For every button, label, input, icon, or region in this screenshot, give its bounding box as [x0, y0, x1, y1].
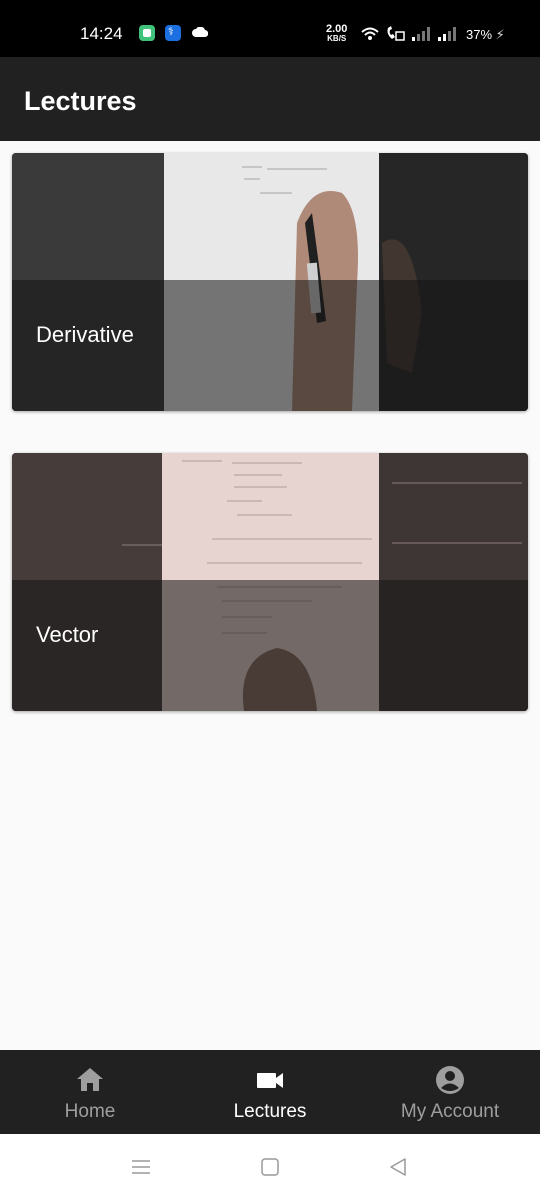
bottom-navigation: Home Lectures My Account: [0, 1050, 540, 1134]
status-bar: 14:24 2.00 KB/S 37% ⚡: [0, 0, 540, 57]
page-title: Lectures: [24, 86, 137, 116]
signal-strength-2-icon: [438, 27, 456, 41]
volte-call-icon: [387, 26, 405, 41]
nav-item-my-account[interactable]: My Account: [360, 1050, 540, 1134]
battery-percent: 37%: [466, 27, 493, 42]
network-speed-value: 2.00: [326, 23, 348, 35]
charging-icon: ⚡: [495, 27, 505, 42]
video-camera-icon: [257, 1073, 283, 1088]
network-speed: 2.00 KB/S: [326, 23, 348, 44]
status-time: 14:24: [80, 24, 123, 43]
app-bar: Lectures: [0, 57, 540, 141]
lecture-card-vector[interactable]: Vector: [12, 453, 528, 711]
network-speed-unit: KB/S: [327, 34, 347, 43]
lecture-title: Vector: [36, 622, 99, 647]
usb-notification-icon: [165, 25, 181, 41]
wifi-icon: [361, 27, 379, 40]
battery-level: 37% ⚡: [466, 27, 505, 43]
lecture-title: Derivative: [36, 322, 134, 347]
nav-label-my-account: My Account: [400, 1101, 500, 1122]
messages-notification-icon: [139, 25, 155, 41]
account-circle-icon: [436, 1066, 464, 1094]
back-icon[interactable]: [387, 1156, 409, 1178]
recent-apps-icon[interactable]: [130, 1156, 152, 1178]
signal-strength-1-icon: [412, 27, 430, 41]
nav-item-home[interactable]: Home: [0, 1050, 180, 1134]
system-navigation-bar: [0, 1134, 540, 1200]
home-button-icon[interactable]: [259, 1156, 281, 1178]
nav-label-lectures: Lectures: [233, 1101, 307, 1122]
lecture-card-derivative[interactable]: Derivative: [12, 153, 528, 411]
home-icon: [77, 1068, 103, 1091]
nav-label-home: Home: [64, 1101, 116, 1122]
cloud-icon: [192, 27, 208, 37]
nav-item-lectures[interactable]: Lectures: [180, 1050, 360, 1134]
